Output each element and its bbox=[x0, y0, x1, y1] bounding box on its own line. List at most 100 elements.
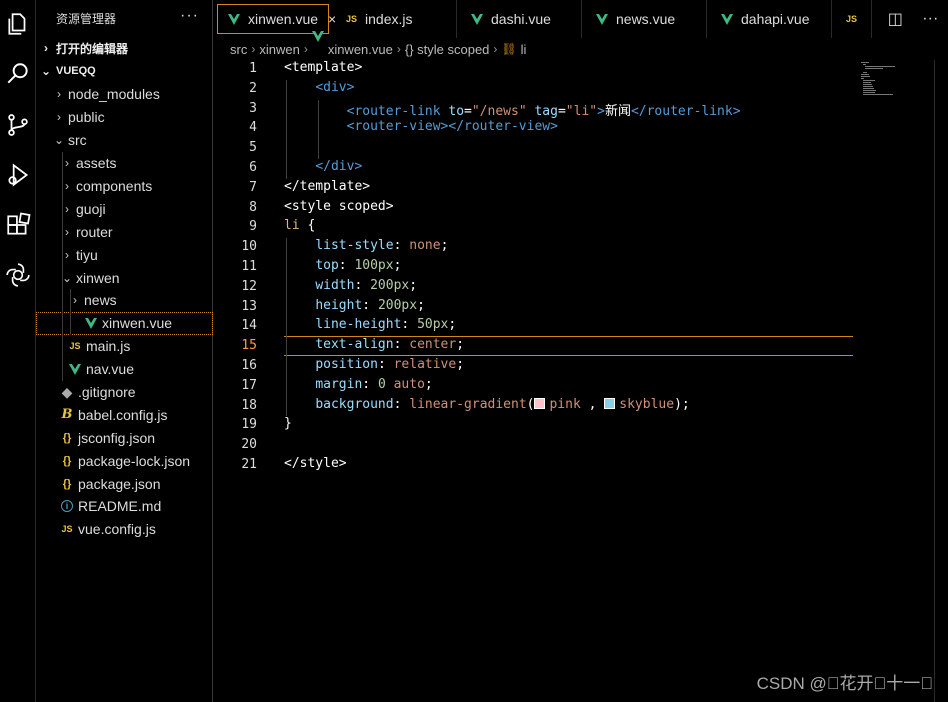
code-token: to bbox=[448, 103, 465, 119]
code-token: </div> bbox=[315, 159, 363, 174]
line-number: 15 bbox=[241, 338, 257, 354]
extensions-icon[interactable] bbox=[0, 207, 36, 243]
code-token: : bbox=[338, 258, 355, 273]
selector-icon: ⛓ bbox=[501, 42, 517, 56]
source-control-icon[interactable] bbox=[0, 107, 36, 143]
folder-row[interactable]: › news bbox=[36, 289, 213, 312]
folder-row[interactable]: › public bbox=[36, 106, 213, 129]
indent-guide bbox=[62, 174, 63, 198]
file-row[interactable]: {} package.json bbox=[36, 472, 213, 495]
folder-row[interactable]: › components bbox=[36, 174, 213, 198]
json-file-icon: {} bbox=[62, 477, 72, 490]
tab-index-js[interactable]: JS index.js bbox=[332, 0, 457, 38]
json-file-icon: {} bbox=[62, 431, 72, 444]
code-token: text-align bbox=[315, 337, 394, 353]
line-number: 4 bbox=[249, 120, 257, 136]
tab-dashi-vue[interactable]: dashi.vue bbox=[457, 0, 582, 38]
explorer-icon[interactable] bbox=[0, 6, 36, 42]
vertical-scrollbar[interactable] bbox=[934, 60, 948, 702]
file-row[interactable]: {} jsconfig.json bbox=[36, 426, 213, 449]
tab-xinwen-vue[interactable]: xinwen.vue × bbox=[217, 4, 336, 34]
js-file-icon: JS bbox=[846, 14, 858, 24]
breadcrumb-item[interactable]: xinwen.vue bbox=[328, 42, 393, 57]
indent-guide bbox=[62, 334, 63, 358]
file-row[interactable]: nav.vue bbox=[36, 357, 213, 381]
search-icon[interactable] bbox=[0, 56, 36, 92]
tree-item-label: nav.vue bbox=[86, 361, 134, 378]
file-row[interactable]: JS vue.config.js bbox=[36, 518, 213, 541]
code-token: <div> bbox=[315, 79, 355, 95]
tree-item-label: xinwen.vue bbox=[102, 315, 173, 332]
code-token: ; bbox=[440, 238, 449, 254]
code-line: list-style: none; bbox=[284, 238, 448, 258]
breadcrumb-item[interactable]: xinwen bbox=[259, 42, 299, 57]
open-editors-section[interactable]: › 打开的编辑器 bbox=[36, 37, 213, 59]
file-row[interactable]: ◆ .gitignore bbox=[36, 381, 213, 404]
file-row[interactable]: i README.md bbox=[36, 495, 213, 518]
tab-label: xinwen.vue bbox=[248, 11, 319, 27]
code-token: : bbox=[393, 337, 410, 353]
code-token: "li" bbox=[565, 103, 598, 119]
folder-row[interactable]: › tiyu bbox=[36, 243, 213, 267]
project-section[interactable]: ⌄ VUEQQ bbox=[36, 60, 213, 82]
code-token: position bbox=[315, 357, 378, 372]
code-token: ; bbox=[393, 258, 402, 273]
tab-label: dahapi.vue bbox=[741, 11, 810, 27]
tab-dahapi-vue[interactable]: dahapi.vue bbox=[707, 0, 832, 38]
code-token: : bbox=[401, 317, 418, 333]
file-row[interactable]: xinwen.vue bbox=[36, 311, 213, 335]
run-debug-icon[interactable] bbox=[0, 157, 36, 193]
breadcrumb-item[interactable]: li bbox=[521, 42, 527, 57]
breadcrumb-item[interactable]: {} style scoped bbox=[405, 42, 490, 57]
code-line: height: 200px; bbox=[284, 298, 425, 318]
chevron-down-icon: ⌄ bbox=[53, 133, 65, 148]
js-file-icon: JS bbox=[61, 524, 73, 535]
code-line: <template> bbox=[284, 60, 362, 80]
minimap[interactable] bbox=[853, 60, 933, 120]
file-row[interactable]: JS main.js bbox=[36, 334, 213, 358]
folder-row[interactable]: › router bbox=[36, 220, 213, 244]
chevron-down-icon: ⌄ bbox=[40, 64, 52, 78]
breadcrumb-item[interactable]: src bbox=[230, 42, 247, 57]
folder-row[interactable]: ⌄ src bbox=[36, 129, 213, 152]
file-row[interactable]: {} package-lock.json bbox=[36, 449, 213, 472]
tab-news-vue[interactable]: news.vue bbox=[582, 0, 707, 38]
code-token: </style> bbox=[284, 456, 347, 471]
color-swatch[interactable] bbox=[534, 397, 546, 409]
code-line: </style> bbox=[284, 456, 347, 476]
folder-row[interactable]: › node_modules bbox=[36, 83, 213, 106]
more-actions-icon[interactable]: ··· bbox=[180, 7, 199, 25]
vue-file-icon bbox=[721, 13, 733, 25]
line-number: 5 bbox=[249, 140, 257, 156]
code-token: none bbox=[409, 238, 441, 254]
openai-icon[interactable] bbox=[0, 257, 36, 293]
code-line: line-height: 50px; bbox=[284, 317, 456, 337]
chevron-right-icon: › bbox=[44, 41, 48, 55]
line-number: 20 bbox=[241, 437, 257, 453]
code-token: ; bbox=[417, 297, 425, 313]
folder-row[interactable]: › guoji bbox=[36, 197, 213, 221]
tree-item-label: babel.config.js bbox=[78, 406, 168, 423]
tree-item-label: README.md bbox=[78, 498, 162, 515]
code-token: pink bbox=[549, 396, 581, 412]
code-line: <router-view></router-view> bbox=[284, 119, 558, 139]
indent-guide bbox=[62, 197, 63, 221]
folder-row[interactable]: › assets bbox=[36, 151, 213, 175]
code-line: position: relative; bbox=[284, 357, 464, 377]
code-token: 200px bbox=[370, 277, 410, 293]
line-number: 12 bbox=[241, 278, 257, 294]
file-row[interactable]: Bbabel.config.js bbox=[36, 403, 213, 426]
babel-file-icon: B bbox=[61, 407, 73, 423]
tab-js[interactable]: JS bbox=[832, 0, 872, 38]
split-editor-icon[interactable]: ◫ bbox=[888, 9, 903, 29]
more-tab-actions-icon[interactable]: ··· bbox=[922, 10, 938, 28]
code-token: ; bbox=[424, 376, 433, 392]
code-token: <style scoped> bbox=[284, 198, 394, 214]
folder-row[interactable]: ⌄ xinwen bbox=[36, 266, 213, 290]
color-swatch[interactable] bbox=[604, 397, 616, 409]
